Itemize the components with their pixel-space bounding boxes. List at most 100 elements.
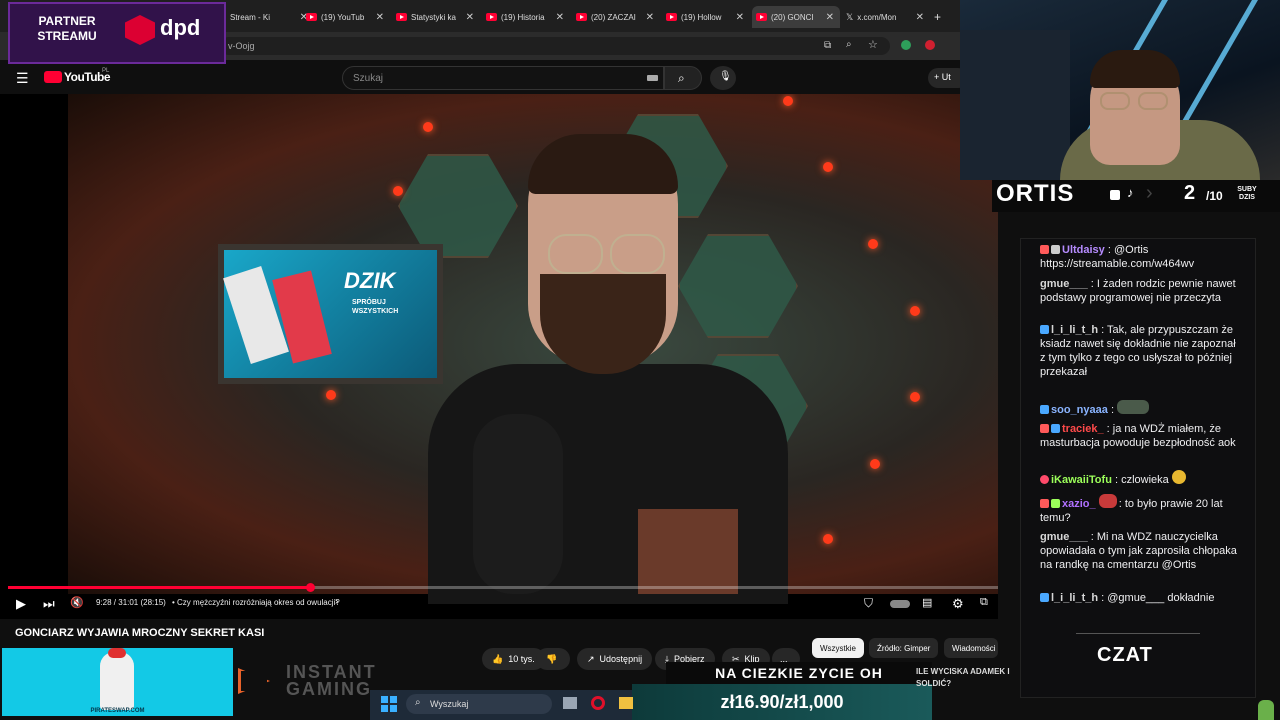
tiktok-icon: ♪ <box>1127 185 1134 200</box>
search-button[interactable]: ⌕ <box>664 66 702 90</box>
wall-light <box>393 186 403 196</box>
tab-stream-kick[interactable]: Stream - Ki ✕ <box>226 6 314 28</box>
badge-icon <box>1040 245 1049 254</box>
android-mascot-icon <box>1258 700 1274 720</box>
taskbar-search[interactable]: ⌕ Wyszukaj <box>406 694 552 714</box>
volume-icon[interactable]: 🔇 <box>70 596 84 609</box>
wall-light <box>823 534 833 544</box>
chat-panel <box>1020 238 1256 698</box>
chat-username[interactable]: xazio_ <box>1062 498 1096 510</box>
tab-x-com[interactable]: 𝕏x.com/Mon ✕ <box>842 6 930 28</box>
streamer-name: ORTIS <box>996 180 1075 207</box>
play-icon[interactable]: ▶ <box>16 596 26 612</box>
create-label: Ut <box>941 72 951 82</box>
chat-message: gmue___ : Mi na WDZ nauczycielka opowiad… <box>1040 530 1240 572</box>
close-tab-icon[interactable]: ✕ <box>826 12 834 23</box>
tab-hollow[interactable]: (19) Hollow ✕ <box>662 6 750 28</box>
news-headline: ILE WYCISKA ADAMEK I SOLDIĆ? <box>916 667 1010 688</box>
keyboard-icon[interactable] <box>647 75 658 81</box>
close-tab-icon[interactable]: ✕ <box>736 12 744 23</box>
chat-label: CZAT <box>1097 644 1153 666</box>
chat-username[interactable]: gmue___ <box>1040 531 1088 543</box>
video-player[interactable]: DZIK SPRÓBUJ WSZYSTKICH <box>0 94 998 619</box>
chat-username[interactable]: gmue___ <box>1040 278 1088 290</box>
shield-icon[interactable]: ⛉ <box>864 596 873 611</box>
chat-username[interactable]: l_i_li_t_h <box>1051 592 1098 604</box>
tab-label: Statystyki ka <box>411 12 456 22</box>
new-tab-button[interactable]: + <box>930 6 950 28</box>
chevron-right-icon: › <box>1146 182 1153 204</box>
search-icon: ⌕ <box>678 71 685 85</box>
background-shelf <box>960 30 1070 180</box>
close-tab-icon[interactable]: ✕ <box>466 12 474 23</box>
thumbs-down-icon: 👎 <box>546 653 558 664</box>
glasses-right <box>610 234 665 274</box>
windows-start-icon[interactable] <box>381 696 397 712</box>
shirt-print <box>638 509 738 594</box>
dislike-button[interactable]: 👎 <box>536 648 570 670</box>
badge-icon <box>1051 499 1060 508</box>
extension-icon[interactable] <box>901 40 911 50</box>
wall-light <box>326 390 336 400</box>
subs-count: 2 <box>1184 182 1196 204</box>
youtube-icon <box>576 13 587 21</box>
emote-icon <box>1098 494 1117 508</box>
close-tab-icon[interactable]: ✕ <box>556 12 564 23</box>
subs-label: SUBY DZIS <box>1237 186 1257 201</box>
chat-username[interactable]: l_i_li_t_h <box>1051 324 1098 336</box>
chat-username[interactable]: Ultdaisy <box>1062 244 1105 256</box>
chat-text: : czlowieka <box>1114 474 1169 486</box>
bookmark-star-icon[interactable]: ☆ <box>868 38 878 51</box>
autoplay-toggle[interactable] <box>890 600 910 608</box>
settings-gear-icon[interactable]: ⚙ <box>952 596 964 612</box>
region-code: PL <box>102 68 110 74</box>
share-label: Udostępnij <box>599 654 643 664</box>
glasses-left <box>548 234 603 274</box>
close-tab-icon[interactable]: ✕ <box>376 12 384 23</box>
file-explorer-icon[interactable] <box>619 697 633 709</box>
poster-brand: DZIK <box>344 268 396 293</box>
host-hair <box>528 134 678 194</box>
badge-icon <box>1051 424 1060 433</box>
filter-chip-all[interactable]: Wszystkie <box>812 638 864 658</box>
youtube-logo-icon[interactable] <box>44 71 62 83</box>
close-tab-icon[interactable]: ✕ <box>916 12 924 23</box>
chat-username[interactable]: iKawaiiTofu <box>1051 474 1112 486</box>
zoom-icon[interactable]: ⌕ <box>846 39 852 50</box>
menu-icon[interactable]: ☰ <box>16 70 29 87</box>
close-tab-icon[interactable]: ✕ <box>646 12 654 23</box>
opera-icon[interactable] <box>591 696 605 710</box>
subtitles-icon[interactable]: ▤ <box>922 596 932 609</box>
filter-chip-source[interactable]: Źródło: Gimper <box>869 638 939 658</box>
pirateswap-promo: PIRATESWAP.COM <box>2 648 233 716</box>
tab-label: x.com/Mon <box>857 12 897 22</box>
voice-search-button[interactable]: 🎙 <box>710 66 736 90</box>
chat-username[interactable]: soo_nyaaa <box>1051 404 1108 416</box>
miniplayer-icon[interactable]: ⧉ <box>980 596 988 609</box>
cast-icon[interactable]: ⧉ <box>824 40 831 51</box>
wall-light <box>910 392 920 402</box>
task-view-icon[interactable] <box>563 697 577 709</box>
chat-message: Ultdaisy : @Ortis https://streamable.com… <box>1040 243 1240 271</box>
url-field[interactable]: v-Oojg <box>220 37 890 55</box>
next-icon[interactable]: ⏭ <box>43 596 55 612</box>
video-title: GONCIARZ WYJAWIA MROCZNY SEKRET KASI <box>15 627 265 639</box>
tab-gonciarz-active[interactable]: (20) GONCI ✕ <box>752 6 840 28</box>
search-input[interactable]: Szukaj <box>342 66 664 90</box>
chapter-title[interactable]: • Czy mężczyźni rozróżniają okres od owu… <box>172 598 340 607</box>
tab-youtube-1[interactable]: (19) YouTub ✕ <box>302 6 390 28</box>
mascot-rooster <box>100 652 134 710</box>
wall-light <box>910 306 920 316</box>
chevron-right-icon[interactable]: › <box>335 596 338 607</box>
extension-icon[interactable] <box>925 40 935 50</box>
microphone-icon: 🎙 <box>719 71 732 82</box>
share-button[interactable]: ↗ Udostępnij <box>577 648 653 670</box>
filter-chip-news[interactable]: Wiadomości ze <box>944 638 998 658</box>
chat-username[interactable]: traciek_ <box>1062 423 1104 435</box>
microphone <box>473 414 563 594</box>
tab-zaczai[interactable]: (20) ZACZAI ✕ <box>572 6 660 28</box>
tab-historia[interactable]: (19) Historia ✕ <box>482 6 570 28</box>
youtube-icon <box>486 13 497 21</box>
tab-statystyki[interactable]: Statystyki ka ✕ <box>392 6 480 28</box>
poster-tagline: SPRÓBUJ WSZYSTKICH <box>352 299 399 315</box>
